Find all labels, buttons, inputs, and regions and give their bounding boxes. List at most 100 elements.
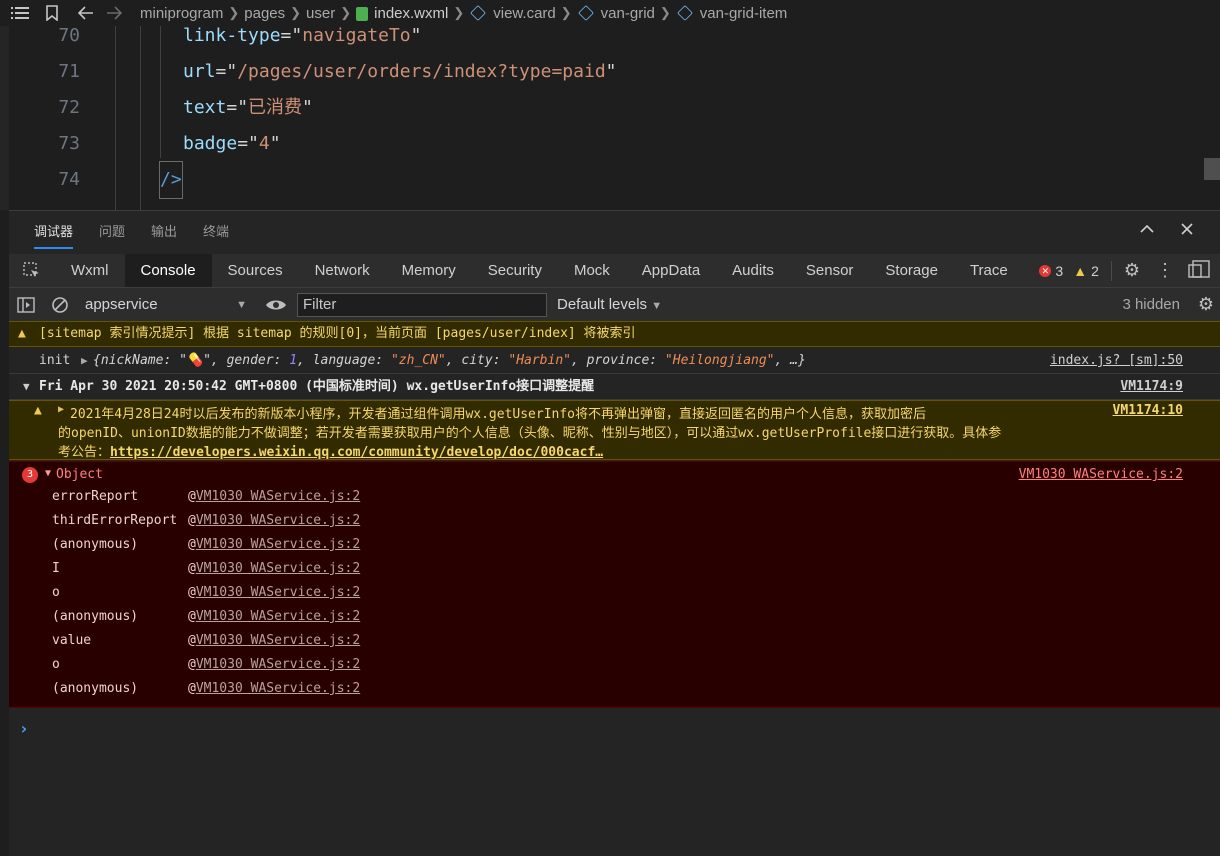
tab-storage[interactable]: Storage (869, 254, 954, 287)
stack-fn: errorReport (52, 489, 139, 504)
tab-problems[interactable]: 问题 (99, 211, 125, 255)
console-group-row[interactable]: ▼ Fri Apr 30 2021 20:50:42 GMT+0800 (中国标… (9, 374, 1220, 400)
log-object[interactable]: {nickName: "💊", gender: 1, language: "zh… (93, 348, 806, 374)
eye-icon[interactable] (259, 288, 293, 321)
element-icon (676, 5, 693, 21)
console-warning-row: ▲ [sitemap 索引情况提示] 根据 sitemap 的规则[0]，当前页… (9, 321, 1220, 347)
warning-icon: ▲ (18, 326, 26, 341)
more-menu-icon[interactable]: ⋮ (1156, 260, 1174, 281)
maximize-panel-icon[interactable] (1139, 221, 1155, 242)
tab-audits[interactable]: Audits (716, 254, 790, 287)
attr-name: text (183, 97, 227, 118)
stack-link[interactable]: VM1030 WAService.js:2 (196, 489, 360, 504)
attr-value: navigateTo (302, 25, 411, 46)
debugger-panel: 调试器 问题 输出 终端 Wxml Console Sources Networ… (9, 210, 1220, 856)
stack-at: @ (188, 657, 196, 672)
attr-quote: " (410, 25, 422, 46)
line-number: 73 (58, 133, 80, 154)
collapse-triangle-icon[interactable]: ▼ (45, 468, 51, 479)
error-object-label[interactable]: Object (56, 467, 103, 482)
editor-scrollbar[interactable] (1204, 158, 1220, 180)
expand-triangle-icon[interactable]: ▶ (81, 348, 88, 374)
breadcrumb-van-grid[interactable]: van-grid (601, 5, 655, 22)
tab-network[interactable]: Network (299, 254, 386, 287)
console-output[interactable]: ▲ [sitemap 索引情况提示] 根据 sitemap 的规则[0]，当前页… (9, 321, 1220, 856)
code-editor[interactable]: miniprogram ❯ pages ❯ user ❯ index.wxml … (0, 0, 1220, 210)
attr-eq: =" (237, 133, 259, 154)
warning-count[interactable]: 2 (1091, 263, 1099, 279)
stack-frame: (anonymous) @VM1030 WAService.js:2 (52, 605, 360, 629)
stack-link[interactable]: VM1030 WAService.js:2 (196, 657, 360, 672)
context-select[interactable]: appservice ▼ (77, 296, 255, 313)
tab-sensor[interactable]: Sensor (790, 254, 870, 287)
clear-console-icon[interactable] (43, 288, 77, 321)
collapse-triangle-icon[interactable]: ▼ (23, 374, 30, 400)
notice-link[interactable]: https://developers.weixin.qq.com/communi… (110, 445, 603, 460)
forward-arrow-icon[interactable] (102, 0, 126, 26)
tab-appdata[interactable]: AppData (626, 254, 716, 287)
stack-link[interactable]: VM1030 WAService.js:2 (196, 609, 360, 624)
source-link[interactable]: VM1030 WAService.js:2 (1019, 467, 1183, 482)
activity-edge (0, 26, 9, 210)
obj-text: , …} (774, 353, 806, 368)
stack-link[interactable]: VM1030 WAService.js:2 (196, 561, 360, 576)
obj-text: , province: (571, 353, 665, 368)
source-link[interactable]: VM1174:10 (1113, 403, 1183, 418)
source-link[interactable]: index.js? [sm]:50 (1050, 348, 1183, 374)
element-picker-icon[interactable] (9, 254, 55, 287)
group-title: Fri Apr 30 2021 20:50:42 GMT+0800 (中国标准时… (39, 379, 595, 394)
stack-frame: I @VM1030 WAService.js:2 (52, 557, 360, 581)
tab-output[interactable]: 输出 (151, 211, 177, 255)
stack-fn: thirdErrorReport (52, 513, 178, 528)
breadcrumb-van-grid-item[interactable]: van-grid-item (700, 5, 788, 22)
stack-at: @ (188, 537, 196, 552)
breadcrumb-view-card[interactable]: view.card (493, 5, 556, 22)
emoji-value: 💊 (186, 353, 204, 368)
dock-side-icon[interactable] (1188, 260, 1210, 281)
console-settings-icon[interactable]: ⚙ (1198, 294, 1214, 315)
city-value: "Harbin" (508, 353, 571, 368)
stack-fn: (anonymous) (52, 609, 139, 624)
close-panel-icon[interactable] (1179, 221, 1195, 242)
tab-console[interactable]: Console (124, 254, 212, 287)
stack-link[interactable]: VM1030 WAService.js:2 (196, 585, 360, 600)
tab-memory[interactable]: Memory (386, 254, 472, 287)
stack-link[interactable]: VM1030 WAService.js:2 (196, 681, 360, 696)
attr-eq: =" (280, 25, 303, 46)
stack-link[interactable]: VM1030 WAService.js:2 (196, 513, 360, 528)
stack-fn: o (52, 657, 60, 672)
stack-frame: o @VM1030 WAService.js:2 (52, 581, 360, 605)
log-levels-dropdown[interactable]: Default levels ▼ (557, 296, 662, 313)
tab-trace[interactable]: Trace (954, 254, 1024, 287)
obj-text: {nickName: " (93, 353, 187, 368)
expand-triangle-icon[interactable]: ▶ (58, 404, 64, 415)
stack-fn: (anonymous) (52, 537, 139, 552)
attr-eq: =" (215, 61, 238, 82)
filter-input[interactable] (297, 292, 547, 317)
list-icon[interactable] (8, 0, 32, 26)
error-icon: ✕ (1039, 264, 1052, 277)
tab-wxml[interactable]: Wxml (55, 254, 125, 287)
stack-fn: (anonymous) (52, 681, 139, 696)
tab-sources[interactable]: Sources (212, 254, 299, 287)
stack-link[interactable]: VM1030 WAService.js:2 (196, 633, 360, 648)
tab-terminal[interactable]: 终端 (203, 211, 229, 255)
attr-value: 4 (258, 133, 270, 154)
stack-link[interactable]: VM1030 WAService.js:2 (196, 537, 360, 552)
attr-quote: " (605, 61, 617, 82)
indent-guide (140, 26, 141, 210)
tab-security[interactable]: Security (472, 254, 558, 287)
language-value: "zh_CN" (390, 353, 446, 368)
devtools-status: ✕ 3 ▲ 2 ⚙ ⋮ (1039, 254, 1220, 287)
stack-fn: o (52, 585, 60, 600)
gender-value: 1 (289, 353, 298, 368)
settings-gear-icon[interactable]: ⚙ (1124, 260, 1140, 281)
attr-eq: =" (226, 97, 249, 118)
element-icon (577, 5, 594, 21)
error-count[interactable]: 3 (1055, 263, 1063, 279)
console-prompt[interactable]: › (19, 719, 29, 738)
source-link[interactable]: VM1174:9 (1120, 374, 1183, 400)
tab-mock[interactable]: Mock (558, 254, 626, 287)
tab-debugger[interactable]: 调试器 (34, 211, 74, 255)
sidebar-toggle-icon[interactable] (9, 288, 43, 321)
